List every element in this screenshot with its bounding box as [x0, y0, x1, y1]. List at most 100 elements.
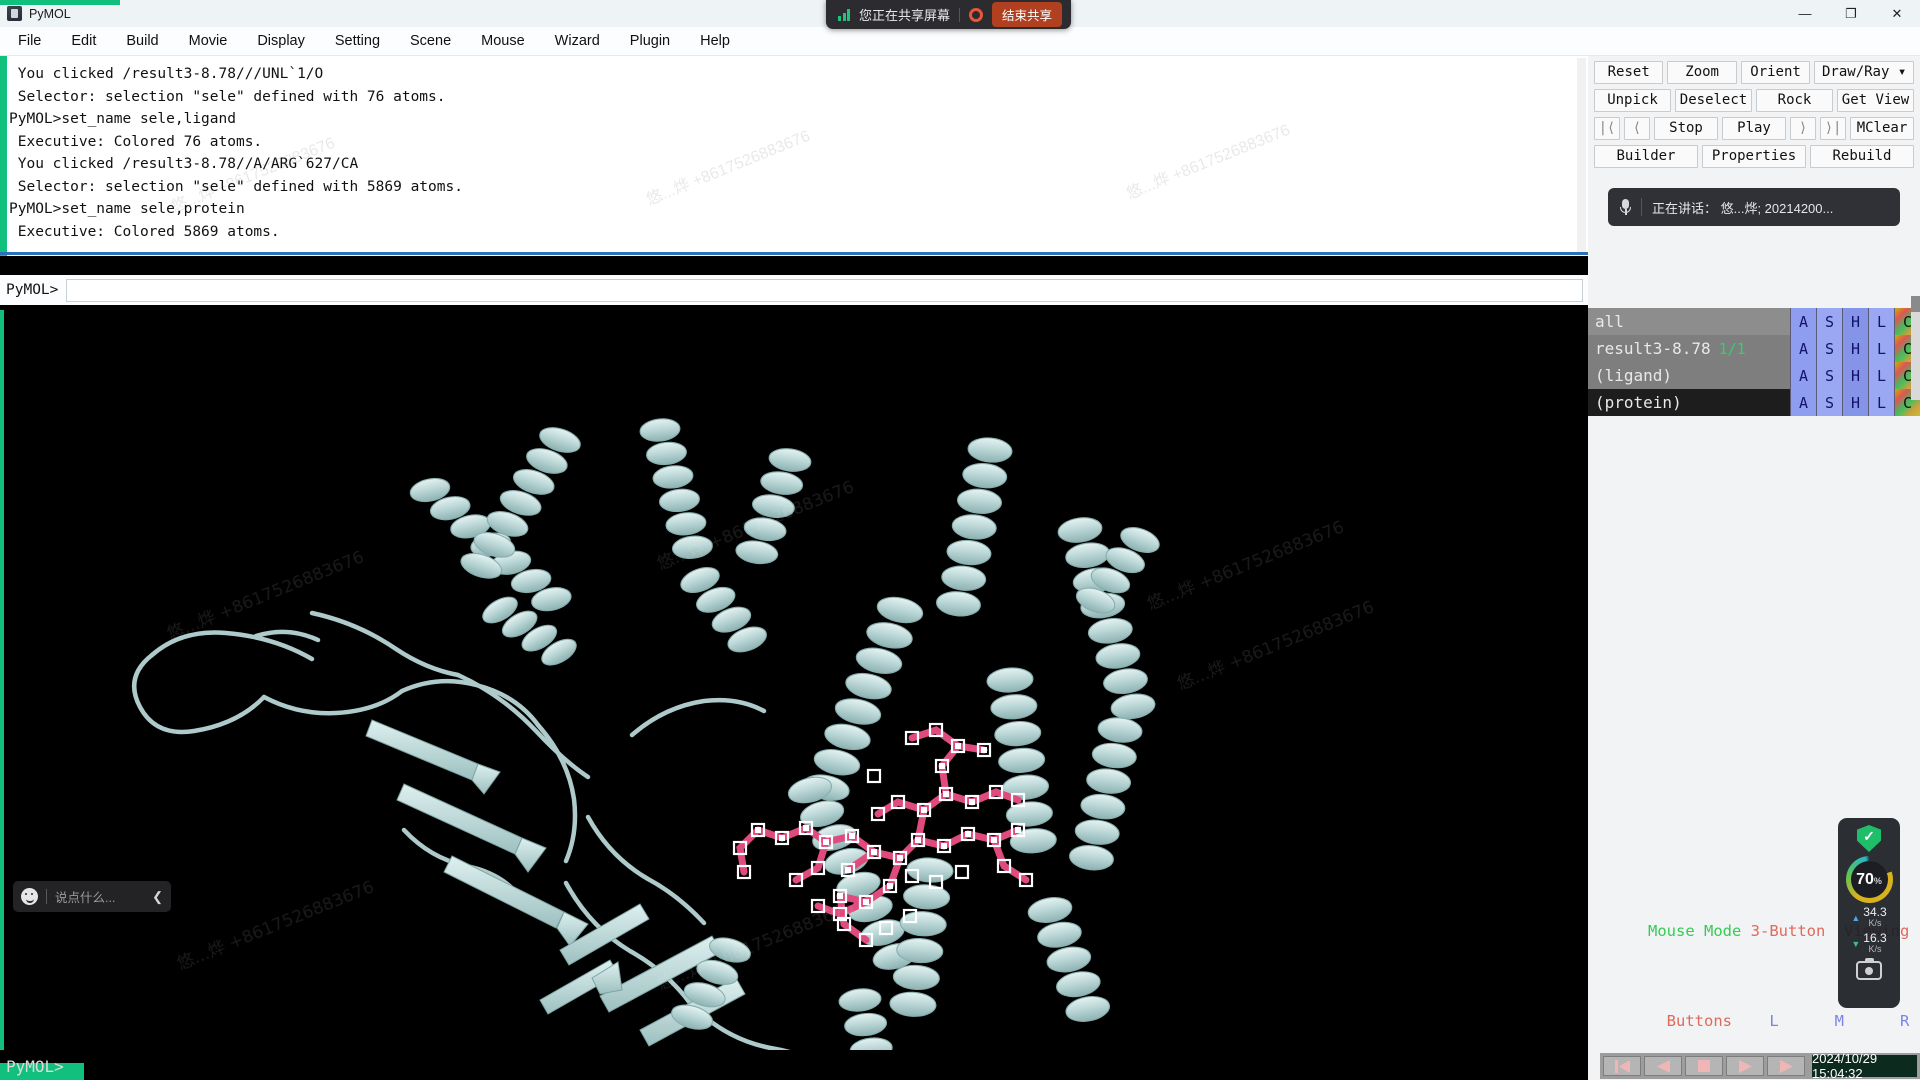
menu-item-file[interactable]: File	[6, 31, 53, 51]
toggle-show[interactable]: S	[1816, 308, 1842, 335]
menu-item-wizard[interactable]: Wizard	[543, 31, 612, 51]
toggle-label[interactable]: L	[1868, 389, 1894, 416]
menu-item-help[interactable]: Help	[688, 31, 742, 51]
orient-button[interactable]: Orient	[1740, 61, 1811, 84]
draw-ray-dropdown[interactable]: Draw/Ray ▾	[1814, 61, 1915, 84]
end-share-button[interactable]: 结束共享	[992, 2, 1063, 27]
properties-button[interactable]: Properties	[1702, 145, 1806, 168]
menu-item-display[interactable]: Display	[245, 31, 317, 51]
object-name[interactable]: (ligand)	[1588, 362, 1790, 389]
movie-first-button[interactable]: |⟨	[1594, 117, 1620, 140]
reset-button[interactable]: Reset	[1594, 61, 1664, 84]
movie-last-button[interactable]: ⟩|	[1820, 117, 1846, 140]
toggle-label[interactable]: L	[1868, 308, 1894, 335]
transport-stop-button[interactable]	[1685, 1056, 1723, 1076]
zoom-button[interactable]: Zoom	[1667, 61, 1737, 84]
movie-play-button[interactable]: Play	[1722, 117, 1786, 140]
toggle-actions[interactable]: A	[1790, 308, 1816, 335]
movie-stop-button[interactable]: Stop	[1654, 117, 1718, 140]
control-row-movie: |⟨ ⟨ Stop Play ⟩ ⟩| MClear	[1588, 117, 1920, 140]
console-scrollbar-track[interactable]	[1577, 58, 1586, 254]
shield-check-icon[interactable]	[1857, 825, 1881, 852]
menu-item-setting[interactable]: Setting	[323, 31, 392, 51]
object-row-all[interactable]: all A S H L C	[1588, 308, 1920, 335]
builder-button[interactable]: Builder	[1594, 145, 1698, 168]
chat-input-placeholder[interactable]: 说点什么...	[55, 887, 144, 906]
toggle-hide[interactable]: H	[1842, 389, 1868, 416]
object-name[interactable]: result3-8.78 1/1	[1588, 335, 1790, 362]
movie-next-button[interactable]: ⟩	[1790, 117, 1816, 140]
mouse-mode-value: 3-Button	[1750, 922, 1826, 940]
movie-transport-bar: 2024/10/29 15:04:32	[1600, 1051, 1920, 1080]
chevron-left-icon[interactable]: ❮	[152, 889, 163, 905]
toggle-hide[interactable]: H	[1842, 308, 1868, 335]
control-row-view: Reset Zoom Orient Draw/Ray ▾	[1588, 61, 1920, 84]
toggle-actions[interactable]: A	[1790, 335, 1816, 362]
menu-item-build[interactable]: Build	[114, 31, 170, 51]
usage-percent: 70	[1856, 870, 1874, 888]
minimize-button[interactable]: —	[1782, 0, 1828, 27]
transport-next-button[interactable]	[1767, 1056, 1805, 1076]
toggle-show[interactable]: S	[1816, 362, 1842, 389]
camera-icon[interactable]	[1856, 958, 1882, 980]
molecular-viewport[interactable]: 悠...烨 +8617526883676 悠...烨 +861752688367…	[0, 310, 1588, 1050]
console-output-panel[interactable]: You clicked /result3-8.78///UNL`1/O Sele…	[0, 56, 1588, 256]
close-button[interactable]: ✕	[1874, 0, 1920, 27]
object-name[interactable]: all	[1588, 308, 1790, 335]
upload-value: 34.3	[1863, 905, 1887, 919]
transport-prev-button[interactable]	[1644, 1056, 1682, 1076]
record-dot-icon[interactable]	[969, 7, 984, 22]
console-accent-stripe	[0, 56, 7, 256]
object-row-result3[interactable]: result3-8.78 1/1 A S H L C	[1588, 335, 1920, 362]
active-speaker-indicator: 正在讲话： 悠...烨; 20214200...	[1608, 188, 1900, 226]
mclear-button[interactable]: MClear	[1850, 117, 1914, 140]
upload-arrow-icon: ▲	[1851, 913, 1861, 923]
toggle-actions[interactable]: A	[1790, 389, 1816, 416]
screen-share-banner: 您正在共享屏幕 结束共享	[826, 0, 1072, 29]
download-speed: ▼ 16.3 K/s	[1851, 931, 1887, 955]
download-value: 16.3	[1863, 931, 1887, 945]
cpu-usage-ring: 70%	[1845, 856, 1893, 903]
menu-item-mouse[interactable]: Mouse	[469, 31, 537, 51]
object-list-scrollbar-thumb[interactable]	[1911, 296, 1920, 312]
unpick-button[interactable]: Unpick	[1594, 89, 1671, 112]
download-arrow-icon: ▼	[1851, 939, 1861, 949]
console-text: You clicked /result3-8.78///UNL`1/O Sele…	[9, 66, 463, 240]
toggle-hide[interactable]: H	[1842, 335, 1868, 362]
toggle-show[interactable]: S	[1816, 335, 1842, 362]
object-state: 1/1	[1718, 339, 1746, 358]
transport-first-button[interactable]	[1603, 1056, 1641, 1076]
rebuild-button[interactable]: Rebuild	[1810, 145, 1914, 168]
signal-bars-icon	[838, 8, 850, 21]
command-input[interactable]	[66, 278, 1583, 302]
menu-item-edit[interactable]: Edit	[59, 31, 108, 51]
menu-item-plugin[interactable]: Plugin	[618, 31, 682, 51]
object-name[interactable]: (protein)	[1588, 389, 1790, 416]
deselect-button[interactable]: Deselect	[1675, 89, 1752, 112]
maximize-button[interactable]: ❐	[1828, 0, 1874, 27]
chat-overlay-bar: 说点什么... ❮	[13, 881, 171, 912]
smiley-icon[interactable]	[21, 888, 38, 905]
timestamp-display: 2024/10/29 15:04:32	[1812, 1051, 1917, 1080]
download-unit: K/s	[1868, 944, 1882, 954]
toggle-hide[interactable]: H	[1842, 362, 1868, 389]
object-row-protein[interactable]: (protein) A S H L C	[1588, 389, 1920, 416]
object-list-panel: all A S H L C result3-8.78 1/1 A S H L C…	[1588, 296, 1920, 416]
pymol-application-window: PyMOL — ❐ ✕ 您正在共享屏幕 结束共享 File Edit Build…	[0, 0, 1920, 1080]
object-row-ligand[interactable]: (ligand) A S H L C	[1588, 362, 1920, 389]
menu-item-movie[interactable]: Movie	[177, 31, 240, 51]
buttons-label: Buttons	[1666, 1012, 1732, 1030]
bottom-command-prompt[interactable]: PyMOL>	[0, 1053, 1588, 1080]
pymol-icon	[7, 6, 22, 21]
toggle-show[interactable]: S	[1816, 389, 1842, 416]
rock-button[interactable]: Rock	[1756, 89, 1833, 112]
command-prompt-label: PyMOL>	[6, 282, 59, 298]
toggle-label[interactable]: L	[1868, 335, 1894, 362]
command-line-row: PyMOL>	[0, 275, 1588, 305]
toggle-label[interactable]: L	[1868, 362, 1894, 389]
transport-play-button[interactable]	[1726, 1056, 1764, 1076]
get-view-button[interactable]: Get View	[1837, 89, 1914, 112]
movie-prev-button[interactable]: ⟨	[1624, 117, 1650, 140]
menu-item-scene[interactable]: Scene	[398, 31, 463, 51]
toggle-actions[interactable]: A	[1790, 362, 1816, 389]
